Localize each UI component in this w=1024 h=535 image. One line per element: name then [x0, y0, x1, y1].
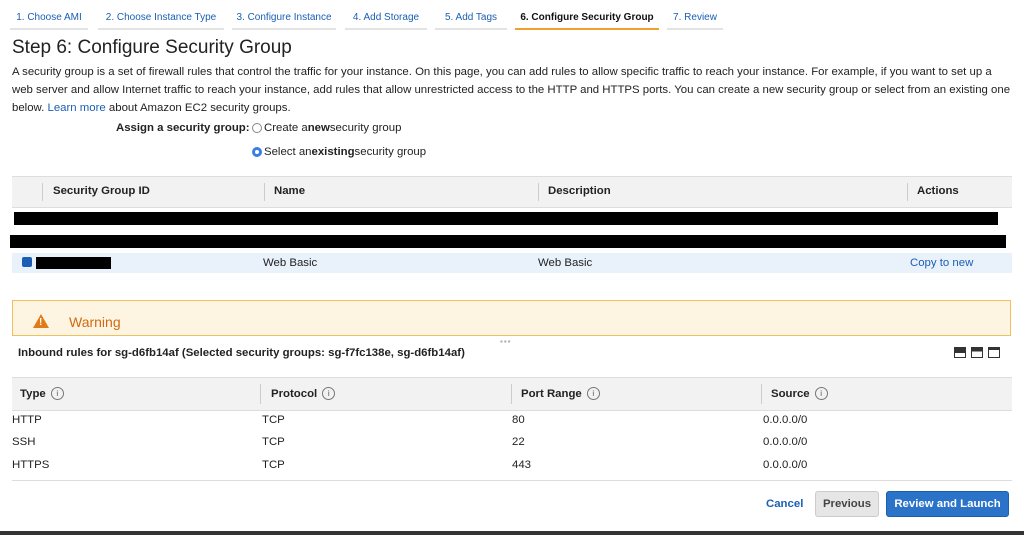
rule-type: HTTP [12, 414, 42, 426]
column-separator [511, 384, 512, 404]
radio-select-existing-pre: Select an [264, 146, 312, 158]
redacted-row [14, 212, 998, 225]
column-separator [907, 183, 908, 201]
footer-bar [0, 531, 1024, 535]
view-split-small-icon[interactable] [988, 347, 1000, 358]
redacted-row [10, 235, 1006, 248]
row-name: Web Basic [263, 257, 318, 269]
column-separator [761, 384, 762, 404]
wizard-tabs: 1. Choose AMI 2. Choose Instance Type 3.… [0, 0, 1024, 30]
info-icon[interactable]: i [50, 387, 64, 400]
tab-choose-instance-type[interactable]: 2. Choose Instance Type [98, 6, 224, 30]
rule-port: 80 [512, 414, 525, 426]
col-port-range[interactable]: Port Range i [521, 387, 600, 400]
page-title: Step 6: Configure Security Group [12, 37, 292, 58]
previous-button[interactable]: Previous [815, 491, 879, 517]
radio-create-new[interactable]: Create a new security group [252, 122, 401, 134]
tab-add-storage[interactable]: 4. Add Storage [345, 6, 427, 30]
info-icon[interactable]: i [586, 387, 600, 400]
rules-table-header: Type i Protocol i Port Range i Source i [12, 377, 1012, 411]
radio-select-existing-bold: existing [311, 146, 355, 158]
col-type-label: Type [20, 387, 46, 400]
col-actions: Actions [917, 185, 959, 197]
table-row-selected[interactable]: Web Basic Web Basic Copy to new [12, 253, 1012, 273]
rule-protocol: TCP [262, 436, 285, 448]
resize-handle-icon[interactable]: ▪▪▪ [500, 337, 512, 346]
rule-protocol: TCP [262, 414, 285, 426]
tab-configure-security-group[interactable]: 6. Configure Security Group [515, 6, 659, 30]
review-and-launch-button[interactable]: Review and Launch [886, 491, 1009, 517]
warning-title: Warning [69, 314, 121, 330]
row-description: Web Basic [538, 257, 593, 269]
col-type[interactable]: Type i [20, 387, 64, 400]
redacted-id [36, 257, 111, 269]
column-separator [260, 384, 261, 404]
view-split-large-icon[interactable] [954, 347, 966, 358]
info-icon[interactable]: i [814, 387, 828, 400]
col-protocol[interactable]: Protocol i [271, 387, 336, 400]
column-separator [538, 183, 539, 201]
tab-configure-instance[interactable]: 3. Configure Instance [232, 6, 336, 30]
col-description[interactable]: Description [548, 185, 611, 197]
radio-button-selected-icon[interactable] [252, 147, 262, 157]
learn-more-link[interactable]: Learn more [47, 102, 105, 114]
rule-type: HTTPS [12, 459, 50, 471]
radio-select-existing-post: security group [354, 146, 427, 158]
radio-create-new-pre: Create a [264, 122, 308, 134]
radio-create-new-bold: new [307, 122, 330, 134]
col-security-group-id[interactable]: Security Group ID [53, 185, 150, 197]
radio-button-icon[interactable] [252, 123, 262, 133]
view-toggle-group [954, 347, 1000, 358]
security-group-table-header: Security Group ID Name Description Actio… [12, 176, 1012, 208]
col-port-range-label: Port Range [521, 387, 582, 400]
rule-type: SSH [12, 436, 36, 448]
intro-paragraph: A security group is a set of firewall ru… [12, 63, 1012, 117]
rule-port: 443 [512, 459, 532, 471]
inbound-rules-title: Inbound rules for sg-d6fb14af (Selected … [18, 347, 465, 359]
column-separator [264, 183, 265, 201]
cancel-button[interactable]: Cancel [766, 498, 803, 510]
rule-source: 0.0.0.0/0 [763, 414, 808, 426]
copy-to-new-link[interactable]: Copy to new [910, 257, 973, 269]
tab-add-tags[interactable]: 5. Add Tags [435, 6, 507, 30]
rule-source: 0.0.0.0/0 [763, 459, 808, 471]
assign-security-group-label: Assign a security group: [116, 122, 250, 134]
warning-banner: ! Warning [12, 300, 1011, 336]
table-row: HTTPS TCP 443 0.0.0.0/0 [12, 455, 1012, 477]
divider [12, 480, 1012, 481]
col-source[interactable]: Source i [771, 387, 828, 400]
intro-suffix: about Amazon EC2 security groups. [108, 102, 291, 114]
tab-choose-ami[interactable]: 1. Choose AMI [10, 6, 88, 30]
rule-protocol: TCP [262, 459, 285, 471]
col-protocol-label: Protocol [271, 387, 318, 400]
table-row: SSH TCP 22 0.0.0.0/0 [12, 432, 1012, 454]
tab-review[interactable]: 7. Review [667, 6, 723, 30]
radio-select-existing[interactable]: Select an existing security group [252, 146, 426, 158]
info-icon[interactable]: i [322, 387, 336, 400]
col-name[interactable]: Name [274, 185, 305, 197]
rule-source: 0.0.0.0/0 [763, 436, 808, 448]
rule-port: 22 [512, 436, 525, 448]
row-checkbox-icon[interactable] [22, 257, 32, 267]
radio-create-new-post: security group [329, 122, 402, 134]
warning-exclamation-icon: ! [39, 317, 43, 328]
col-source-label: Source [771, 387, 810, 400]
view-split-medium-icon[interactable] [971, 347, 983, 358]
column-separator [42, 183, 43, 201]
table-row: HTTP TCP 80 0.0.0.0/0 [12, 410, 1012, 432]
